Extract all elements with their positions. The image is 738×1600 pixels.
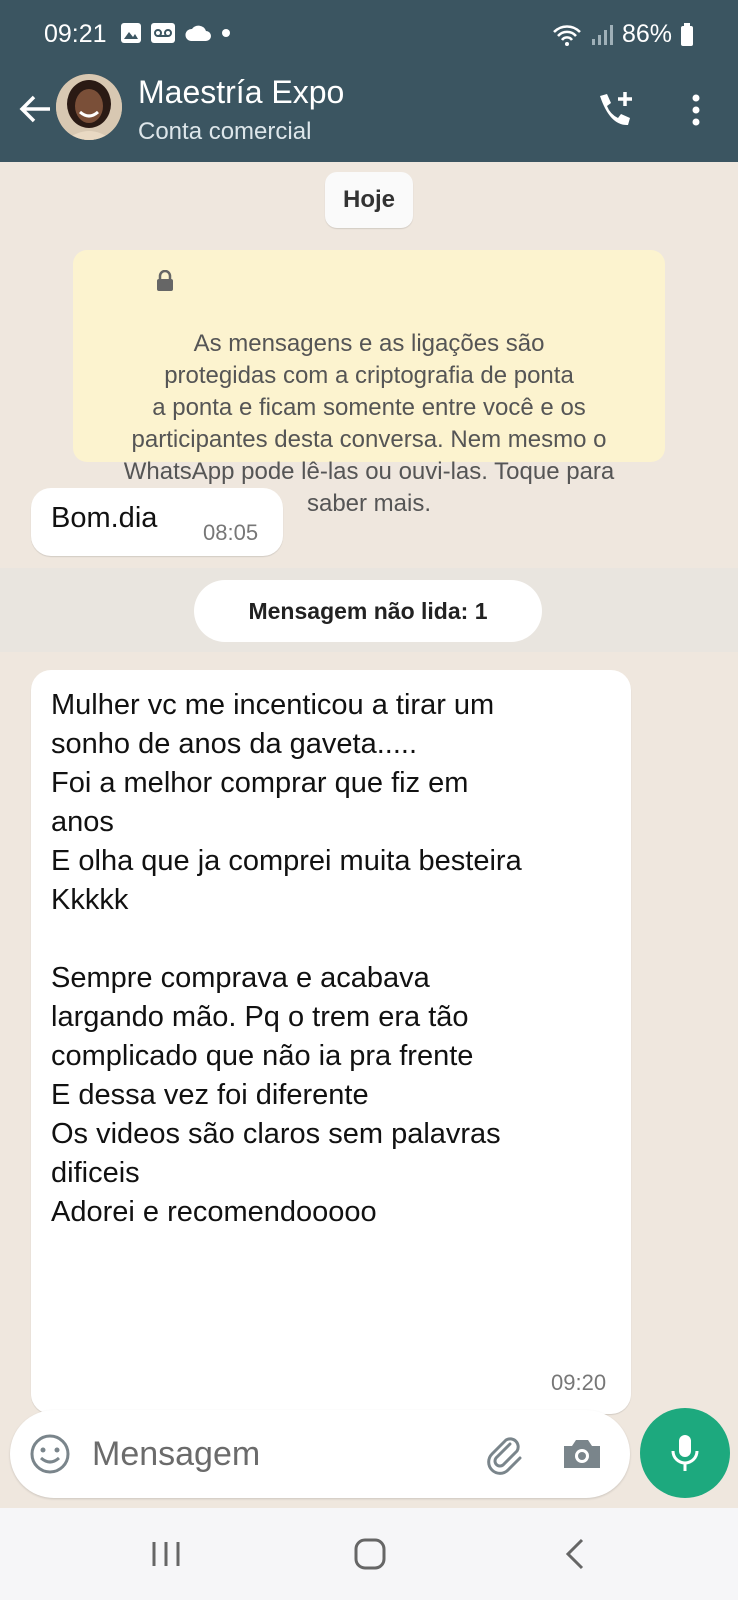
contact-subtitle: Conta comercial [138, 118, 312, 145]
recents-button[interactable] [148, 1538, 184, 1570]
signal-icon [591, 24, 613, 45]
system-back-button[interactable] [560, 1536, 590, 1572]
home-button[interactable] [352, 1536, 388, 1572]
status-bar: 09:21 86% [0, 0, 738, 66]
battery-percent: 86% [621, 20, 672, 48]
camera-icon [564, 1440, 600, 1468]
contact-name[interactable]: Maestría Expo [138, 74, 344, 111]
date-chip: Hoje [325, 172, 413, 228]
voicemail-icon [151, 23, 175, 43]
message-time: 09:20 [551, 1370, 607, 1395]
chat-area[interactable]: Hoje As mensagens e as ligações são prot… [0, 162, 738, 1508]
home-icon [354, 1538, 386, 1570]
dot-icon [222, 29, 230, 37]
gallery-icon [121, 23, 141, 43]
message-input[interactable] [92, 1428, 462, 1480]
message-text: Mulher vc me incenticou a tirar um sonho… [51, 689, 522, 1228]
message-time: 08:05 [203, 520, 259, 545]
status-left-icons [120, 22, 232, 44]
attach-button[interactable] [480, 1430, 528, 1478]
microphone-icon [671, 1435, 699, 1471]
phone-plus-icon [600, 92, 632, 126]
message-composer [10, 1410, 630, 1498]
message-text: Bom.dia [51, 502, 158, 534]
wifi-icon [553, 24, 581, 46]
voice-message-button[interactable] [640, 1408, 730, 1498]
battery-icon [681, 22, 693, 46]
system-nav-bar [0, 1508, 738, 1600]
chat-header: Maestría Expo Conta comercial [0, 66, 738, 162]
status-time: 09:21 [44, 20, 107, 48]
lock-icon [157, 270, 173, 291]
avatar-portrait-icon [56, 74, 122, 140]
emoji-button[interactable] [28, 1432, 72, 1476]
message-bubble[interactable]: Bom.dia 08:05 [31, 488, 283, 556]
recents-icon [152, 1542, 180, 1566]
more-vertical-icon [692, 94, 700, 126]
contact-avatar[interactable] [56, 74, 122, 140]
back-button[interactable] [12, 88, 56, 132]
message-bubble[interactable]: Mulher vc me incenticou a tirar um sonho… [31, 670, 631, 1414]
encryption-notice[interactable]: As mensagens e as ligações são protegida… [73, 250, 665, 517]
emoji-icon [30, 1434, 70, 1474]
cloud-icon [185, 25, 211, 41]
camera-button[interactable] [558, 1430, 606, 1478]
arrow-left-icon [19, 95, 50, 122]
add-call-button[interactable] [592, 86, 640, 134]
status-right: 86% [552, 20, 694, 49]
unread-label: Mensagem não lida: 1 [194, 580, 542, 642]
paperclip-icon [487, 1437, 522, 1475]
more-options-button[interactable] [680, 86, 712, 134]
chevron-left-icon [565, 1538, 584, 1570]
